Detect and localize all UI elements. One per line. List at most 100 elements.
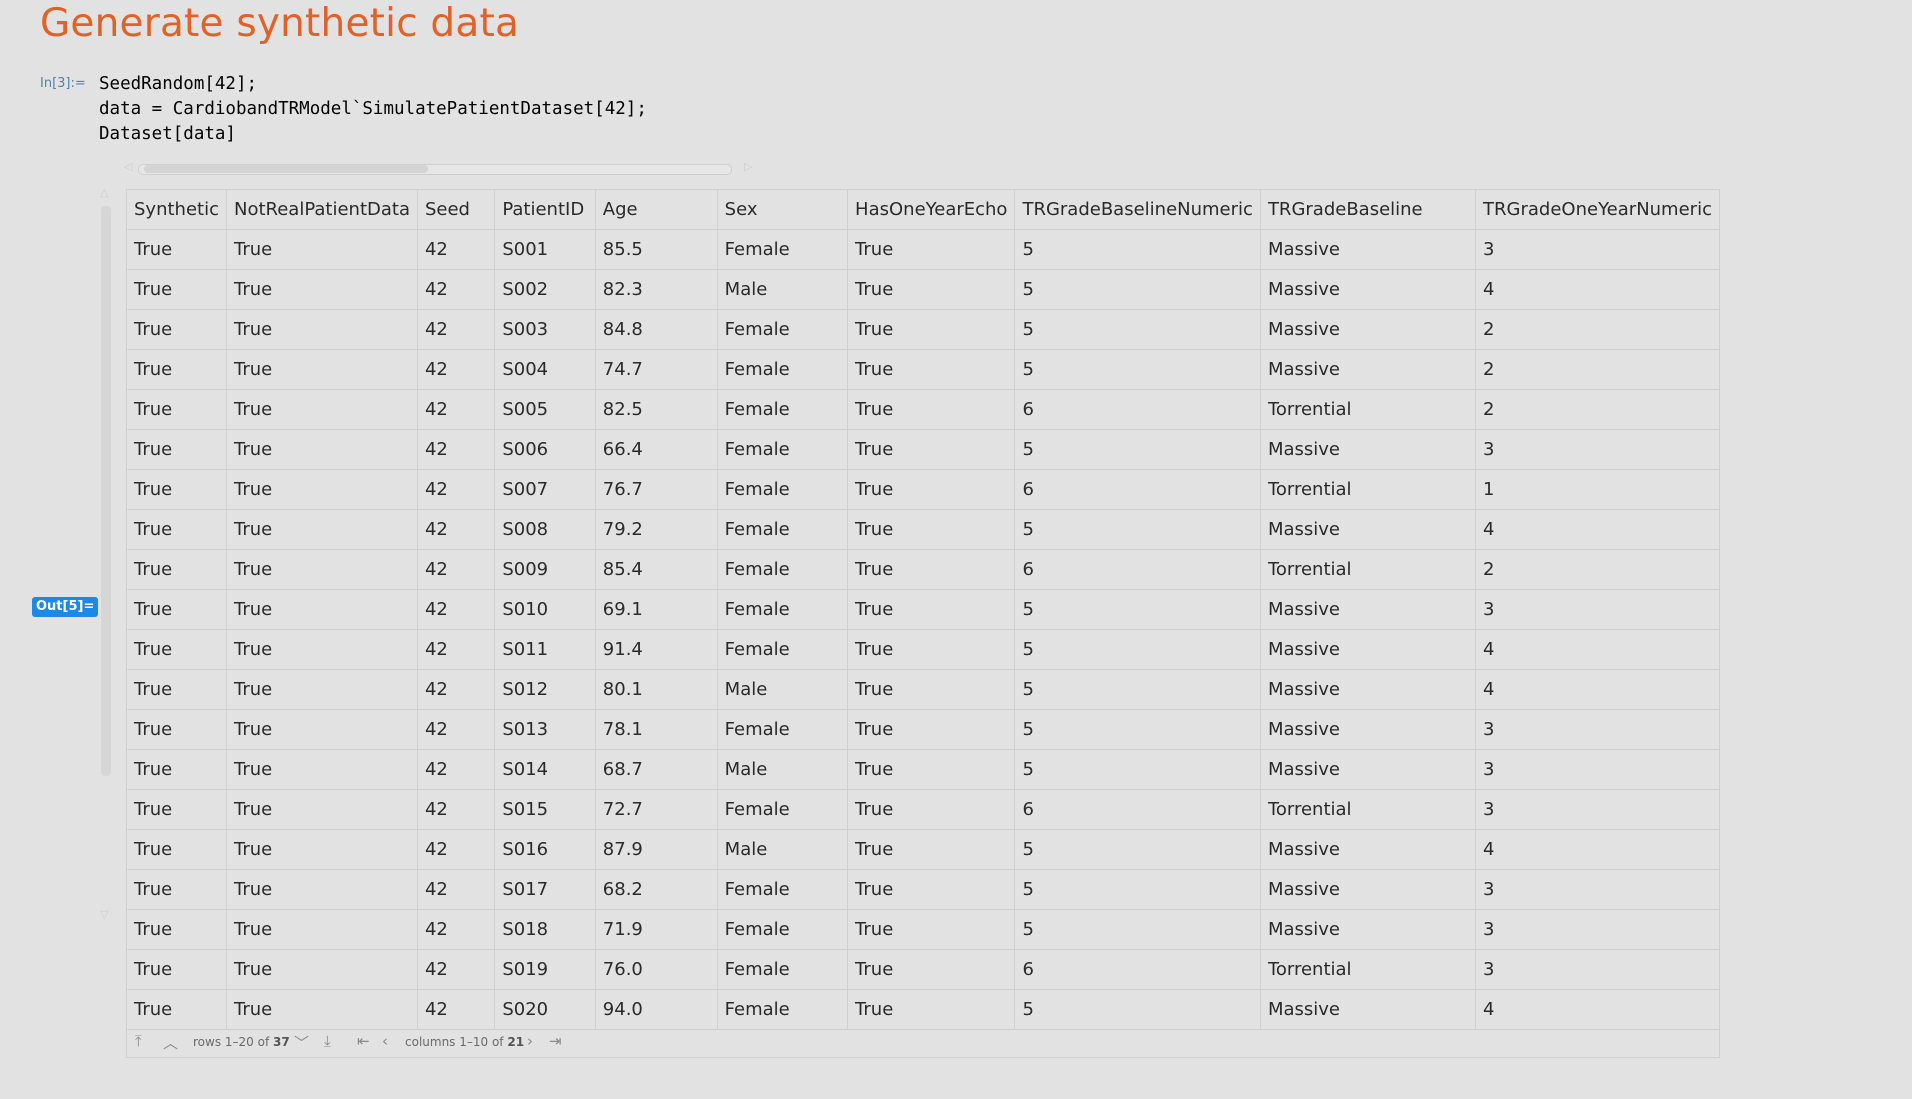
table-cell[interactable]: 3 — [1475, 589, 1720, 630]
previous-rows-icon[interactable]: ︿ — [163, 1032, 178, 1053]
table-cell[interactable]: S002 — [494, 269, 596, 310]
table-cell[interactable]: True — [126, 789, 227, 830]
vertical-scrollbar[interactable]: △ ▽ — [99, 186, 113, 926]
previous-columns-icon[interactable]: ‹ — [382, 1032, 388, 1050]
table-cell[interactable]: Female — [716, 869, 849, 910]
table-cell[interactable]: Female — [716, 589, 849, 630]
table-cell[interactable]: Massive — [1259, 989, 1477, 1030]
table-cell[interactable]: S014 — [494, 749, 596, 790]
table-cell[interactable]: 42 — [416, 589, 496, 630]
table-cell[interactable]: Torrential — [1259, 469, 1477, 510]
table-cell[interactable]: True — [126, 509, 227, 550]
table-cell[interactable]: Female — [716, 229, 849, 270]
table-row[interactable]: True True 42 S014 68.7 Male True 5 Massive 3 — [126, 749, 1720, 790]
table-cell[interactable]: S012 — [494, 669, 596, 710]
table-cell[interactable]: True — [126, 869, 227, 910]
table-cell[interactable]: True — [225, 589, 418, 630]
table-cell[interactable]: True — [847, 669, 1016, 710]
table-cell[interactable]: True — [847, 309, 1016, 350]
code-input[interactable]: SeedRandom[42]; data = CardiobandTRModel`… — [99, 72, 647, 147]
table-cell[interactable]: 42 — [416, 709, 496, 750]
table-cell[interactable]: Massive — [1259, 709, 1477, 750]
table-cell[interactable]: True — [847, 229, 1016, 270]
table-cell[interactable]: Massive — [1259, 669, 1477, 710]
table-cell[interactable]: 78.1 — [594, 709, 718, 750]
table-cell[interactable]: Female — [716, 469, 849, 510]
table-cell[interactable]: 42 — [416, 269, 496, 310]
last-page-icon[interactable]: ⤓ — [324, 1032, 331, 1050]
table-cell[interactable]: True — [225, 429, 418, 470]
table-row[interactable]: True True 42 S019 76.0 Female True 6 Torrential 3 — [126, 949, 1720, 990]
table-cell[interactable]: 3 — [1475, 949, 1720, 990]
table-row[interactable]: True True 42 S010 69.1 Female True 5 Massive 3 — [126, 589, 1720, 630]
table-row[interactable]: True True 42 S005 82.5 Female True 6 Torrential 2 — [126, 389, 1720, 430]
table-cell[interactable]: True — [847, 469, 1016, 510]
table-cell[interactable]: True — [847, 829, 1016, 870]
table-cell[interactable]: 2 — [1475, 349, 1720, 390]
last-column-icon[interactable]: ⇥ — [549, 1032, 562, 1050]
table-cell[interactable]: Massive — [1259, 429, 1477, 470]
table-cell[interactable]: 5 — [1014, 709, 1261, 750]
column-header[interactable]: PatientID — [494, 189, 596, 230]
table-cell[interactable]: S010 — [494, 589, 596, 630]
table-cell[interactable]: True — [847, 349, 1016, 390]
next-columns-icon[interactable]: › — [527, 1032, 533, 1050]
table-cell[interactable]: Massive — [1259, 229, 1477, 270]
table-cell[interactable]: 2 — [1475, 309, 1720, 350]
table-cell[interactable]: 5 — [1014, 509, 1261, 550]
table-cell[interactable]: Female — [716, 989, 849, 1030]
table-row[interactable]: True True 42 S013 78.1 Female True 5 Massive 3 — [126, 709, 1720, 750]
table-cell[interactable]: True — [847, 389, 1016, 430]
table-cell[interactable]: 79.2 — [594, 509, 718, 550]
table-cell[interactable]: 5 — [1014, 669, 1261, 710]
table-row[interactable]: True True 42 S015 72.7 Female True 6 Torrential 3 — [126, 789, 1720, 830]
table-cell[interactable]: Massive — [1259, 869, 1477, 910]
table-cell[interactable]: S005 — [494, 389, 596, 430]
table-cell[interactable]: True — [126, 389, 227, 430]
table-cell[interactable]: Torrential — [1259, 389, 1477, 430]
table-cell[interactable]: 42 — [416, 549, 496, 590]
table-cell[interactable]: 42 — [416, 909, 496, 950]
table-cell[interactable]: S006 — [494, 429, 596, 470]
table-row[interactable]: True True 42 S001 85.5 Female True 5 Massive 3 — [126, 229, 1720, 270]
table-cell[interactable]: True — [847, 709, 1016, 750]
table-cell[interactable]: S003 — [494, 309, 596, 350]
table-row[interactable]: True True 42 S004 74.7 Female True 5 Massive 2 — [126, 349, 1720, 390]
table-cell[interactable]: True — [225, 509, 418, 550]
table-cell[interactable]: Massive — [1259, 269, 1477, 310]
table-cell[interactable]: S016 — [494, 829, 596, 870]
table-cell[interactable]: 72.7 — [594, 789, 718, 830]
table-cell[interactable]: True — [225, 989, 418, 1030]
table-cell[interactable]: True — [126, 709, 227, 750]
table-cell[interactable]: 3 — [1475, 869, 1720, 910]
table-cell[interactable]: 3 — [1475, 749, 1720, 790]
table-cell[interactable]: Female — [716, 789, 849, 830]
table-cell[interactable]: True — [126, 909, 227, 950]
table-cell[interactable]: True — [126, 829, 227, 870]
table-cell[interactable]: 42 — [416, 229, 496, 270]
table-cell[interactable]: 4 — [1475, 829, 1720, 870]
table-cell[interactable]: True — [847, 589, 1016, 630]
table-cell[interactable]: Female — [716, 629, 849, 670]
table-cell[interactable]: S019 — [494, 949, 596, 990]
table-cell[interactable]: 85.5 — [594, 229, 718, 270]
table-cell[interactable]: Torrential — [1259, 949, 1477, 990]
table-cell[interactable]: True — [225, 549, 418, 590]
table-cell[interactable]: 6 — [1014, 789, 1261, 830]
table-cell[interactable]: 5 — [1014, 629, 1261, 670]
table-cell[interactable]: 6 — [1014, 949, 1261, 990]
table-cell[interactable]: True — [847, 549, 1016, 590]
table-cell[interactable]: S013 — [494, 709, 596, 750]
table-cell[interactable]: 42 — [416, 349, 496, 390]
table-cell[interactable]: S017 — [494, 869, 596, 910]
table-cell[interactable]: True — [847, 989, 1016, 1030]
table-cell[interactable]: 6 — [1014, 389, 1261, 430]
table-cell[interactable]: True — [225, 669, 418, 710]
table-cell[interactable]: True — [225, 909, 418, 950]
table-cell[interactable]: True — [847, 629, 1016, 670]
table-row[interactable]: True True 42 S017 68.2 Female True 5 Massive 3 — [126, 869, 1720, 910]
table-cell[interactable]: True — [126, 989, 227, 1030]
table-cell[interactable]: True — [126, 429, 227, 470]
table-row[interactable]: True True 42 S012 80.1 Male True 5 Massive 4 — [126, 669, 1720, 710]
table-cell[interactable]: S011 — [494, 629, 596, 670]
